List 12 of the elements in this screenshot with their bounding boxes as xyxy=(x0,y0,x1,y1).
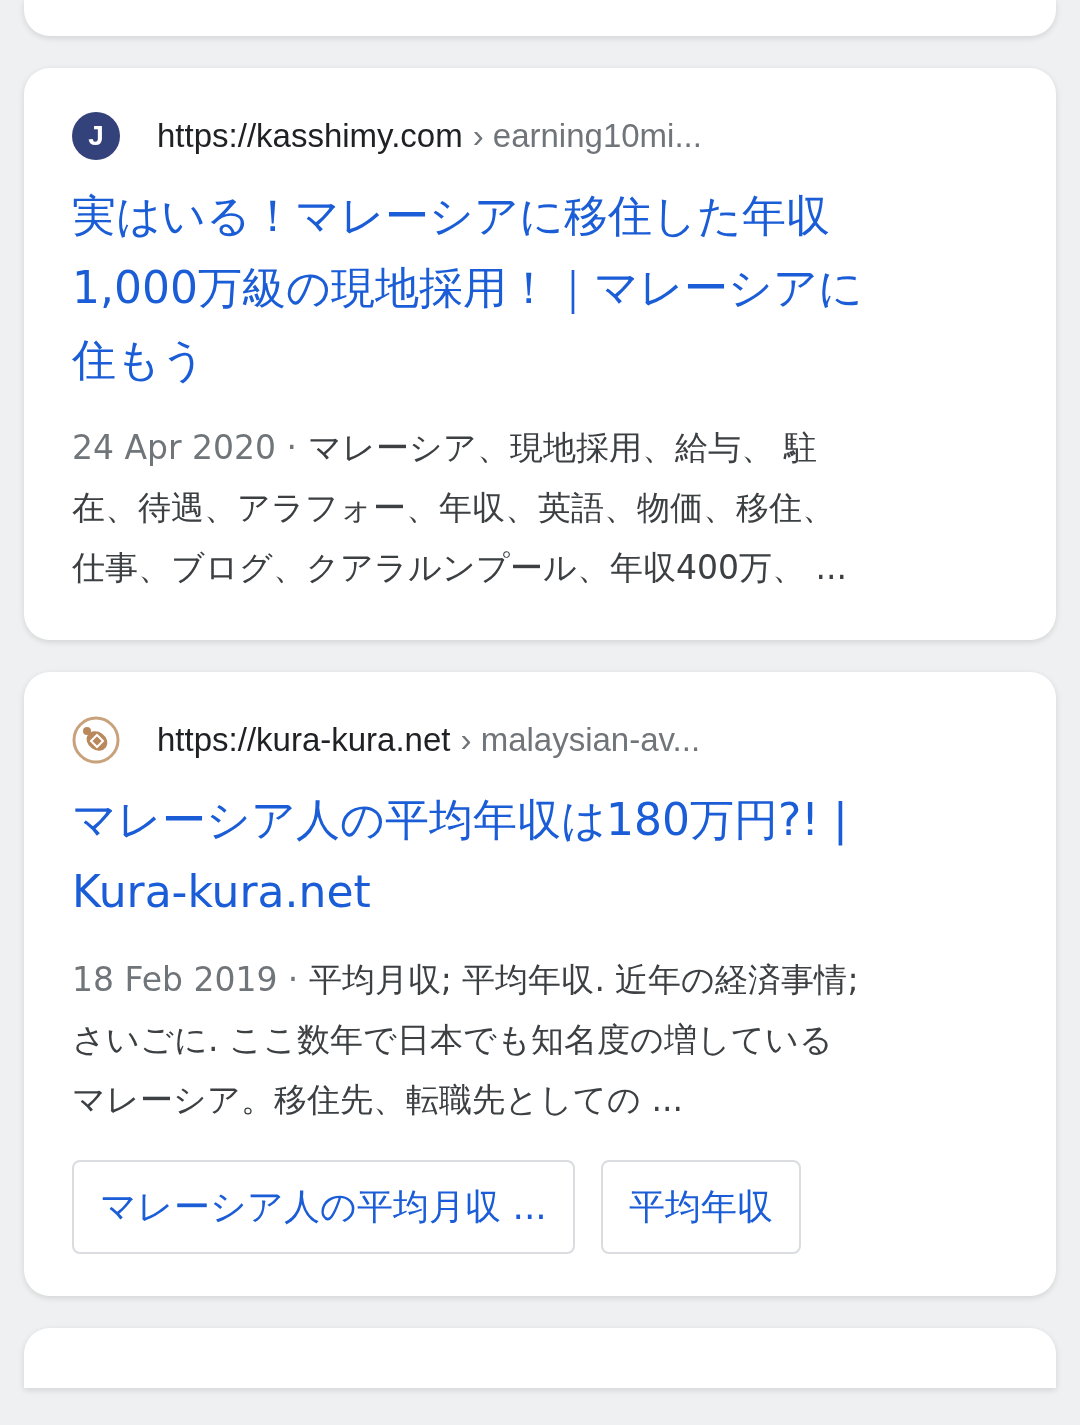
sitelink-chip[interactable]: 平均年収 xyxy=(600,1160,801,1254)
result-title-link[interactable]: 実はいる！マレーシアに移住した年収 1,000万級の現地採用！｜マレーシアに 住もう xyxy=(72,180,1008,396)
result-snippet: 18 Feb 2019 · 平均月収; 平均年収. 近年の経済事情; さいごに. ここ数年で日本でも知名度の増している マレーシア。移住先、転職先としての ... xyxy=(72,959,860,1121)
url-path: › malaysian-av... xyxy=(460,721,701,759)
sitelink-chip[interactable]: マレーシア人の平均月収 ... xyxy=(72,1160,575,1254)
result-snippet: 24 Apr 2020 · マレーシア、現地採用、給与、 駐 在、待遇、アラフォー、年収、英語、物価、移住、 仕事、ブログ、クアラルンプール、年収400万、 ... xyxy=(72,427,848,589)
url-path: › earning10mi... xyxy=(472,117,702,155)
site-favicon-icon: J xyxy=(72,112,120,160)
result-title-link[interactable]: マレーシア人の平均年収は180万円?! | Kura-kura.net xyxy=(72,784,1008,928)
turtle-icon xyxy=(72,716,120,764)
site-url[interactable]: https://kura-kura.net xyxy=(157,721,451,759)
site-url[interactable]: https://kasshimy.com xyxy=(157,117,463,155)
